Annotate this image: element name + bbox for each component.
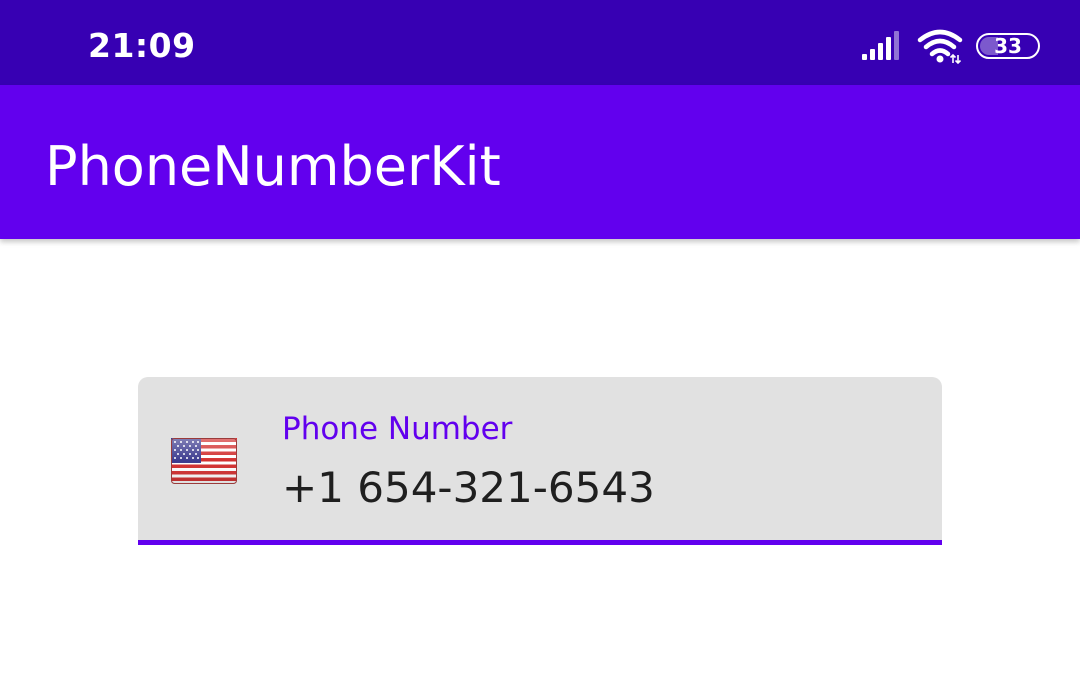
wifi-icon <box>917 29 963 64</box>
phone-number-input[interactable]: +1 654-321-6543 <box>282 463 655 512</box>
phone-number-label: Phone Number <box>282 411 513 447</box>
field-focus-underline <box>138 540 942 545</box>
status-time: 21:09 <box>88 26 196 65</box>
battery-icon: 33 <box>976 33 1042 59</box>
phone-number-field[interactable]: Phone Number +1 654-321-6543 <box>138 377 942 545</box>
status-bar: 21:09 33 <box>0 0 1080 85</box>
us-flag-icon[interactable] <box>171 437 237 485</box>
cellular-signal-icon <box>862 31 899 60</box>
app-title: PhoneNumberKit <box>45 135 501 198</box>
app-bar: PhoneNumberKit <box>0 85 1080 239</box>
battery-level: 33 <box>994 34 1022 58</box>
